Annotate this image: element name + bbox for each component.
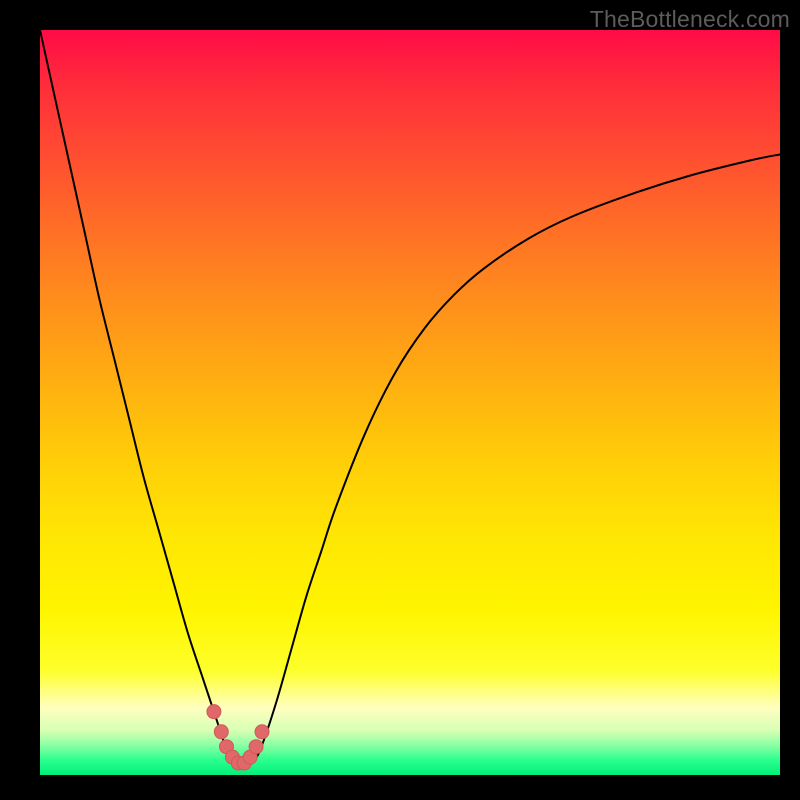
plot-area [40,30,780,775]
bottleneck-line [40,30,780,767]
min-dot [207,705,221,719]
watermark-text: TheBottleneck.com [590,6,790,33]
min-dot [255,725,269,739]
chart-frame: TheBottleneck.com [0,0,800,800]
min-dot [249,740,263,754]
min-region-dots [207,705,269,770]
bottleneck-curve [40,30,780,775]
min-dot [214,725,228,739]
